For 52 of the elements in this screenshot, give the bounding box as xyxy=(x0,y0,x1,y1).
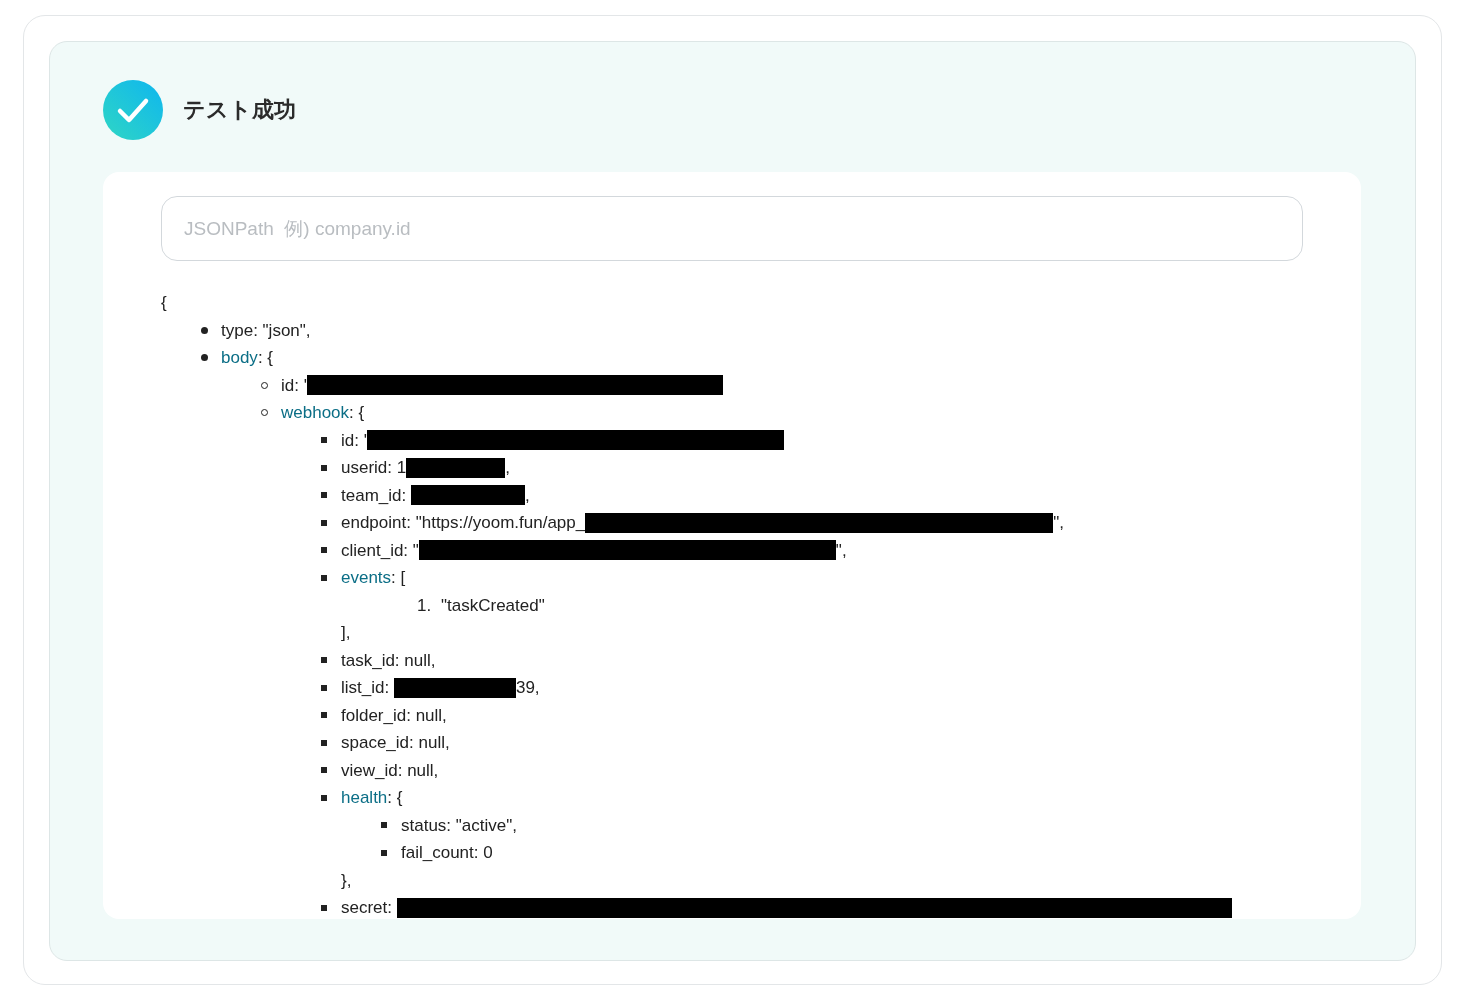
json-text: space_id: null, xyxy=(341,732,450,754)
json-text: : { xyxy=(257,347,273,369)
bullet-icon xyxy=(321,437,327,444)
bullet-icon xyxy=(321,712,327,719)
bullet-icon xyxy=(321,519,327,526)
json-text: 39, xyxy=(515,677,540,699)
bullet-icon xyxy=(321,904,327,911)
bullet-icon xyxy=(321,547,327,554)
bullet-icon xyxy=(201,354,208,362)
bullet-icon xyxy=(321,657,327,664)
json-text: fail_count: 0 xyxy=(401,842,493,864)
json-text: : { xyxy=(387,787,403,809)
jsonpath-search-field[interactable]: JSONPath 例) company.id xyxy=(161,196,1303,261)
json-text: { xyxy=(161,292,167,314)
json-key-link[interactable]: events xyxy=(341,564,392,592)
bullet-icon xyxy=(321,739,327,746)
bullet-icon xyxy=(321,574,327,581)
json-text: , xyxy=(505,457,510,479)
json-text: }, xyxy=(341,869,352,892)
json-text: userid: 1 xyxy=(341,457,407,479)
json-text: list_id: xyxy=(341,677,391,699)
json-text: "taskCreated" xyxy=(441,594,545,617)
json-text: id: ' xyxy=(341,429,367,452)
bullet-icon xyxy=(321,464,327,471)
json-text: task_id: null, xyxy=(341,649,436,672)
json-text: ], xyxy=(341,622,351,644)
json-text: type: "json", xyxy=(221,319,311,342)
list-number: 1. xyxy=(417,594,433,617)
bullet-icon xyxy=(321,684,327,691)
json-text: endpoint: "https://yoom.fun/app_ xyxy=(341,512,586,534)
bullet-icon xyxy=(201,326,208,334)
json-text: , xyxy=(524,484,530,507)
result-title: テスト成功 xyxy=(183,96,296,124)
json-text: view_id: null, xyxy=(341,759,439,782)
bullet-icon xyxy=(381,849,387,856)
bullet-icon xyxy=(321,767,327,774)
json-text: id: ' xyxy=(281,374,307,397)
bullet-icon xyxy=(321,794,327,801)
json-text: : { xyxy=(349,402,365,424)
bullet-icon xyxy=(381,822,387,829)
json-text: secret: xyxy=(341,897,394,919)
json-key-link[interactable]: health xyxy=(341,784,388,812)
bullet-icon xyxy=(321,492,327,499)
json-text: team_id: xyxy=(341,484,408,507)
json-text: status: "active", xyxy=(401,814,517,837)
json-text: client_id: " xyxy=(341,539,419,562)
json-text: : [ xyxy=(391,567,406,589)
json-key-link[interactable]: body xyxy=(221,344,258,372)
json-text: ", xyxy=(1053,512,1064,534)
json-key-link[interactable]: webhook xyxy=(281,399,350,427)
json-text: folder_id: null, xyxy=(341,704,447,727)
json-text: ", xyxy=(835,539,847,562)
